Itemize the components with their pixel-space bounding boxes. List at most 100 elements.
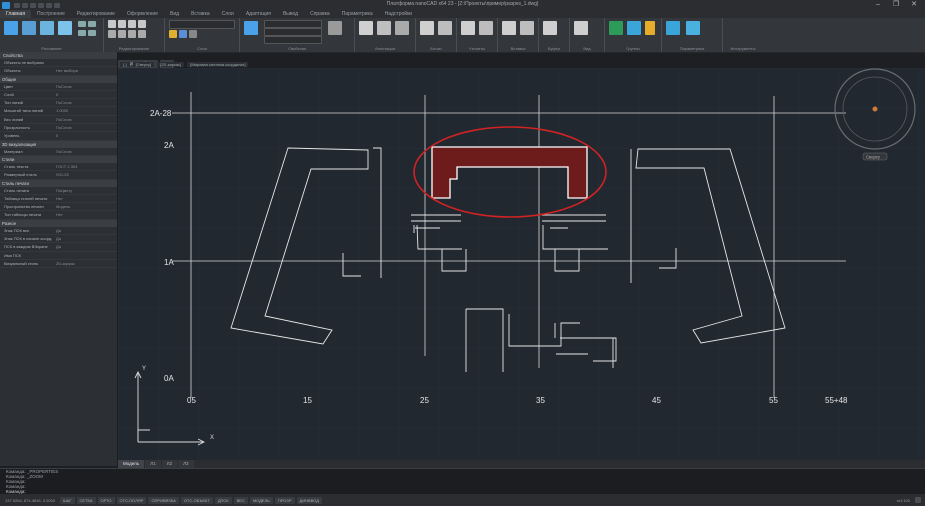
drawing-svg[interactable]: 2А-28 2А 1А 0А 05 15 25 35 45 55 55+48 Y… — [118, 68, 925, 460]
properties-section-header[interactable]: Стили — [0, 155, 117, 163]
property-value[interactable]: ПоСлою — [56, 99, 117, 106]
property-row[interactable]: Прозрачность ПоСлою — [0, 124, 117, 133]
viewport-control[interactable]: [-] — [120, 62, 130, 67]
status-toggle-dyninput[interactable]: ДИНВВОД — [296, 496, 322, 504]
layout-tab[interactable]: Л2 — [161, 460, 178, 468]
tab-help[interactable]: Справка — [304, 10, 336, 18]
dimension-icon[interactable] — [377, 21, 391, 35]
measure-icon[interactable] — [461, 21, 475, 35]
status-toggle-grid[interactable]: СЕТКА — [76, 496, 96, 504]
tab-annotate[interactable]: Оформление — [121, 10, 164, 18]
status-toggle-otrack[interactable]: ОТС-ОБЪЕКТ — [180, 496, 213, 504]
tab-layers[interactable]: Слои — [216, 10, 240, 18]
property-value[interactable]: 0 — [56, 91, 117, 98]
property-value[interactable]: Нет — [56, 195, 117, 202]
tab-insert[interactable]: Вставка — [185, 10, 216, 18]
scale-icon[interactable] — [108, 30, 116, 38]
zoom-icon[interactable] — [574, 21, 588, 35]
viewport-control[interactable]: [Мировая система координат] — [187, 62, 249, 67]
property-row[interactable]: Стиль текста ГОСТ 2.304 — [0, 163, 117, 172]
property-row[interactable]: Стиль печати ПоЦвету — [0, 187, 117, 195]
layer-on-icon[interactable] — [169, 30, 177, 38]
color-dropdown[interactable] — [264, 20, 322, 28]
property-value[interactable]: Да — [56, 243, 117, 250]
status-toggle-lineweight[interactable]: ВЕС — [233, 496, 248, 504]
minimize-button[interactable]: – — [869, 0, 887, 10]
circle-tool-icon[interactable] — [40, 21, 54, 35]
settings-icon[interactable] — [915, 497, 921, 503]
annotation-scale[interactable]: m1:100 — [894, 497, 913, 504]
mirror-icon[interactable] — [138, 20, 146, 28]
status-toggle-polar[interactable]: ОТС-ПОЛЯР — [116, 496, 147, 504]
property-row[interactable]: Таблица стилей печати Нет — [0, 195, 117, 204]
status-toggle-model[interactable]: МОДЕЛЬ — [249, 496, 273, 504]
properties-section-header[interactable]: Разное — [0, 219, 117, 227]
property-value[interactable]: ПоСлою — [56, 124, 117, 131]
group-icon[interactable] — [609, 21, 623, 35]
command-line[interactable]: Команда: _PROPERTIES Команда: _ZOOM Кома… — [0, 468, 925, 495]
property-row[interactable]: Имя ПСК — [0, 252, 117, 260]
close-button[interactable]: ✕ — [905, 0, 923, 10]
constraints-icon[interactable] — [686, 21, 700, 35]
status-toggle-ortho[interactable]: ОРТО — [97, 496, 115, 504]
status-toggle-osnap[interactable]: ОПРИВЯЗКА — [148, 496, 179, 504]
polyline-tool-icon[interactable] — [22, 21, 36, 35]
property-value[interactable]: Модель — [56, 203, 117, 210]
tab-home[interactable]: Главная — [0, 10, 32, 18]
group-edit-icon[interactable] — [645, 21, 655, 35]
rotate-icon[interactable] — [128, 20, 136, 28]
property-row[interactable]: Объекты Нет выбора — [0, 67, 117, 76]
move-icon[interactable] — [108, 20, 116, 28]
property-value[interactable]: ПоСлою — [56, 83, 117, 90]
attach-icon[interactable] — [502, 21, 516, 35]
leader-icon[interactable] — [395, 21, 409, 35]
tab-customize[interactable]: Адаптация — [240, 10, 277, 18]
viewport-control[interactable]: [2D-каркас] — [157, 62, 185, 67]
property-row[interactable]: Знак ПСК вкл Да — [0, 227, 117, 236]
properties-section-header[interactable]: 3D визуализация — [0, 140, 117, 148]
lineweight-dropdown[interactable] — [264, 36, 322, 44]
parametric-icon[interactable] — [666, 21, 680, 35]
extend-icon[interactable] — [128, 30, 136, 38]
layout-tab[interactable]: Л3 — [178, 460, 194, 468]
property-row[interactable]: Тип таблицы печати Нет — [0, 211, 117, 220]
tab-view[interactable]: Вид — [164, 10, 185, 18]
hatch-tool-icon[interactable] — [88, 21, 96, 27]
property-value[interactable]: Нет выбора — [56, 67, 117, 74]
property-row[interactable]: ПСК в каждом ВЭкране Да — [0, 243, 117, 252]
layer-dropdown[interactable] — [169, 20, 235, 29]
viewport-control[interactable]: [Сверху] — [132, 62, 155, 67]
property-value[interactable]: 1.0000 — [56, 107, 117, 114]
linetype-dropdown[interactable] — [264, 28, 322, 36]
property-row[interactable]: Тип линий ПоСлою — [0, 99, 117, 108]
text-icon[interactable] — [359, 21, 373, 35]
properties-filter[interactable]: Объекты не выбраны — [0, 59, 117, 68]
properties-section-header[interactable]: Общие — [0, 75, 117, 83]
image-icon[interactable] — [520, 21, 534, 35]
property-row[interactable]: Материал ПоСлою — [0, 148, 117, 156]
property-row[interactable]: Слой 0 — [0, 91, 117, 100]
property-value[interactable]: ПоЦвету — [56, 187, 117, 194]
line-tool-icon[interactable] — [4, 21, 18, 35]
property-value[interactable] — [56, 252, 117, 259]
property-row[interactable]: Уровень 0 — [0, 132, 117, 141]
property-row[interactable]: Вес линий ПоСлою — [0, 116, 117, 125]
property-row[interactable]: Цвет ПоСлою — [0, 83, 117, 91]
property-value[interactable]: Да — [56, 227, 117, 234]
layer-lock-icon[interactable] — [189, 30, 197, 38]
tab-parametric[interactable]: Параметрика — [336, 10, 379, 18]
layout-tab[interactable]: Л1 — [145, 460, 161, 468]
drawing-canvas[interactable]: 2А-28 2А 1А 0А 05 15 25 35 45 55 55+48 Y… — [118, 68, 925, 460]
rectangle-tool-icon[interactable] — [78, 21, 86, 27]
arc-tool-icon[interactable] — [58, 21, 72, 35]
trim-icon[interactable] — [118, 30, 126, 38]
property-value[interactable]: Нет — [56, 211, 117, 218]
ungroup-icon[interactable] — [627, 21, 641, 35]
paste-icon[interactable] — [543, 21, 557, 35]
calculator-icon[interactable] — [479, 21, 493, 35]
property-value[interactable]: ISO-25 — [56, 171, 117, 178]
properties-section-header[interactable]: Стиль печати — [0, 179, 117, 187]
property-row[interactable]: Знак ПСК в начале коорд. Да — [0, 235, 117, 244]
property-value[interactable]: ПоСлою — [56, 116, 117, 123]
offset-icon[interactable] — [138, 30, 146, 38]
